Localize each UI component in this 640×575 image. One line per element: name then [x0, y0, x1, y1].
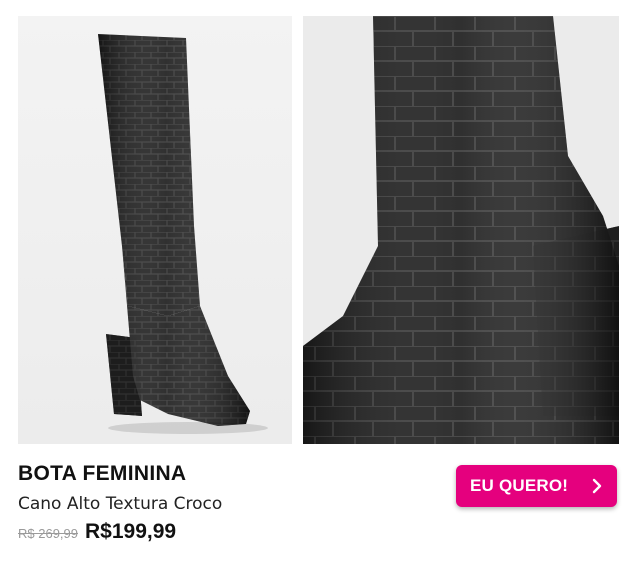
buy-button-label: EU QUERO! — [470, 476, 569, 495]
price-row: R$ 269,99 R$199,99 — [18, 520, 176, 544]
product-image-full-boot[interactable] — [18, 16, 292, 444]
chevron-right-icon — [591, 478, 603, 494]
old-price: R$ 269,99 — [18, 526, 78, 541]
product-title: BOTA FEMININA — [18, 462, 187, 485]
product-image-closeup[interactable] — [303, 16, 619, 444]
boot-closeup-illustration — [303, 16, 619, 444]
current-price: R$199,99 — [85, 520, 177, 543]
boot-illustration — [98, 34, 268, 434]
buy-button[interactable]: EU QUERO! — [456, 465, 617, 507]
product-subtitle: Cano Alto Textura Croco — [18, 494, 223, 514]
